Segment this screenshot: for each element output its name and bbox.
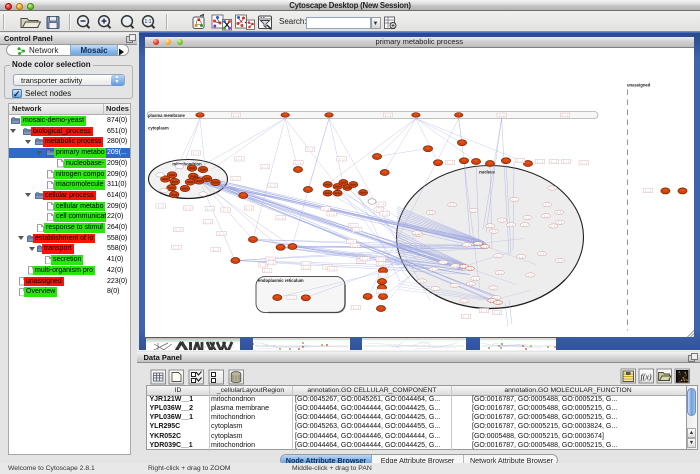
svg-text:(.....): (.....) [354, 227, 360, 231]
svg-text:(.....): (.....) [339, 157, 345, 161]
svg-text:(.....): (.....) [562, 113, 568, 117]
svg-text:(...): (...) [557, 210, 561, 214]
svg-text:(.....): (.....) [537, 159, 543, 163]
svg-text:(...): (...) [420, 279, 424, 283]
svg-text:(...): (...) [496, 301, 500, 304]
svg-text:(.....): (.....) [645, 188, 651, 192]
svg-text:(.....): (.....) [563, 159, 569, 163]
svg-text:(.....): (.....) [264, 268, 270, 272]
svg-text:(.....): (.....) [233, 113, 239, 117]
svg-text:(...): (...) [500, 218, 504, 222]
svg-text:(.....): (.....) [581, 160, 587, 164]
svg-text:(...): (...) [558, 258, 562, 262]
svg-text:(...): (...) [468, 267, 472, 270]
svg-text:(...): (...) [519, 254, 523, 258]
svg-text:(.....): (.....) [382, 212, 388, 216]
svg-text:(...): (...) [492, 229, 496, 233]
svg-text:(...): (...) [558, 220, 562, 224]
svg-text:(.....): (.....) [380, 273, 386, 277]
svg-text:(...): (...) [491, 285, 495, 289]
svg-text:(.....): (.....) [551, 159, 557, 163]
svg-text:(.....): (.....) [213, 247, 219, 251]
svg-text:(...): (...) [545, 202, 549, 206]
svg-text:(.....): (.....) [289, 295, 295, 299]
svg-text:(...): (...) [463, 298, 467, 302]
svg-text:(...): (...) [544, 213, 548, 217]
svg-text:(...): (...) [488, 223, 492, 227]
svg-text:(...): (...) [540, 251, 544, 255]
svg-text:(...): (...) [465, 242, 469, 246]
svg-text:(...): (...) [472, 208, 476, 212]
svg-text:(...): (...) [453, 263, 457, 267]
svg-text:(...): (...) [509, 222, 513, 226]
svg-text:(...): (...) [473, 276, 477, 280]
svg-text:(.....): (.....) [233, 176, 239, 180]
svg-text:(.....): (.....) [219, 231, 225, 235]
svg-text:(...): (...) [434, 286, 438, 290]
svg-text:(.....): (.....) [494, 310, 500, 314]
svg-text:(...): (...) [513, 197, 517, 201]
svg-text:(...): (...) [432, 267, 436, 271]
svg-text:1:1: 1:1 [145, 19, 152, 25]
svg-text:(.....): (.....) [378, 257, 384, 261]
svg-text:(.....): (.....) [517, 158, 523, 162]
svg-text:(.....): (.....) [262, 164, 268, 168]
svg-text:unassigned: unassigned [627, 82, 651, 87]
svg-text:(.....): (.....) [223, 208, 229, 212]
svg-text:(.....): (.....) [499, 113, 505, 117]
svg-text:(.....): (.....) [268, 260, 274, 264]
svg-text:(.....): (.....) [353, 305, 359, 309]
svg-text:(.....): (.....) [270, 183, 276, 187]
svg-text:(...): (...) [453, 283, 457, 287]
svg-text:(...): (...) [415, 230, 419, 234]
svg-text:(...): (...) [551, 224, 555, 228]
svg-text:(...): (...) [450, 202, 454, 206]
svg-text:(.....): (.....) [205, 219, 211, 223]
svg-text:(...): (...) [469, 281, 473, 285]
svg-text:(...): (...) [496, 253, 500, 257]
svg-text:(.....): (.....) [378, 202, 384, 206]
svg-text:(.....): (.....) [378, 261, 384, 265]
svg-text:(...): (...) [441, 260, 445, 264]
svg-text:(.....): (.....) [329, 267, 335, 271]
svg-text:(.....): (.....) [352, 243, 358, 247]
svg-text:(.....): (.....) [447, 160, 453, 164]
svg-text:(.....): (.....) [378, 289, 384, 293]
svg-text:(.....): (.....) [362, 256, 368, 260]
svg-text:(.....): (.....) [463, 314, 469, 318]
svg-text:(.....): (.....) [193, 151, 199, 155]
svg-text:(.....): (.....) [481, 308, 487, 312]
svg-text:(.....): (.....) [185, 206, 191, 210]
svg-text:f(x): f(x) [640, 373, 651, 382]
svg-text:(...): (...) [429, 210, 433, 214]
svg-text:(.....): (.....) [329, 212, 335, 216]
svg-text:(...): (...) [526, 215, 530, 219]
svg-text:plasma membrane: plasma membrane [148, 113, 185, 118]
svg-text:(...): (...) [528, 272, 532, 276]
svg-text:(...): (...) [523, 222, 527, 226]
svg-text:(...): (...) [550, 186, 554, 190]
svg-text:(.....): (.....) [207, 206, 213, 210]
svg-text:(.....): (.....) [303, 265, 309, 269]
svg-text:(...): (...) [483, 245, 487, 248]
svg-text:(.....): (.....) [323, 206, 329, 210]
svg-text:(.....): (.....) [385, 113, 391, 117]
svg-text:(.....): (.....) [174, 245, 180, 249]
svg-text:(.....): (.....) [295, 160, 301, 164]
svg-text:(.....): (.....) [236, 157, 242, 161]
svg-text:(.....): (.....) [246, 206, 252, 210]
svg-text:(.....): (.....) [260, 263, 266, 267]
svg-text:(.....): (.....) [176, 227, 182, 231]
svg-text:endoplasmic reticulum: endoplasmic reticulum [258, 278, 304, 283]
svg-text:cytoplasm: cytoplasm [148, 125, 169, 130]
svg-text:(.....): (.....) [158, 204, 164, 208]
svg-text:(...): (...) [476, 242, 480, 245]
svg-text:(.....): (.....) [278, 215, 284, 219]
svg-text:(.....): (.....) [307, 147, 313, 151]
svg-text:(...): (...) [498, 270, 502, 274]
